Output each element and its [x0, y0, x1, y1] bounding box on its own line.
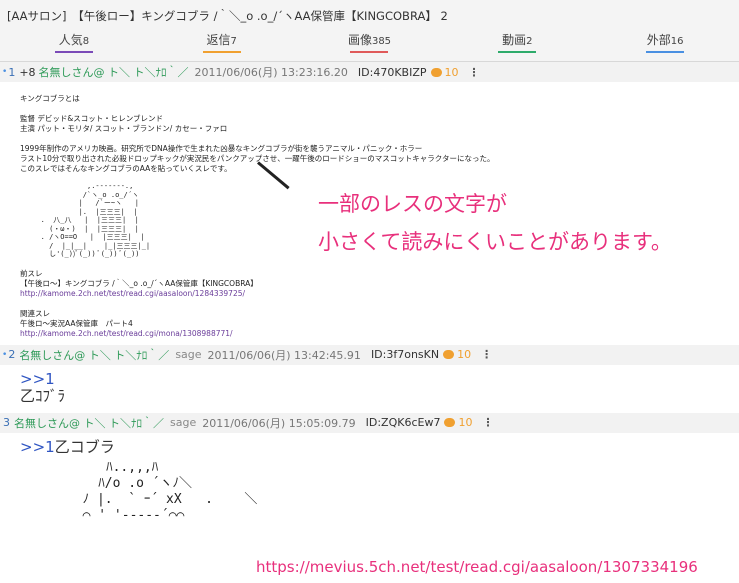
- tab-count: 2: [526, 36, 533, 47]
- reply-count[interactable]: 10: [445, 66, 459, 79]
- poster-id[interactable]: ID:3f7onsKN: [371, 348, 439, 361]
- poster-name: 名無しさん@ ト＼ ト＼ﾅﾛ｀／: [19, 348, 170, 362]
- tab-label: 返信: [206, 33, 231, 47]
- poster-mail: sage: [170, 416, 197, 429]
- post-number[interactable]: 1: [8, 66, 15, 79]
- body-line: ラスト10分で取り出された必殺ドロップキックが実況民をパンクアップさせ、一躍午後…: [20, 154, 495, 163]
- post-header: 3 名無しさん@ ト＼ ト＼ﾅﾛ｀／ sage 2011/06/06(月) 15…: [0, 412, 739, 433]
- post-text: 乙コブラ: [54, 437, 115, 456]
- tab-underline: [202, 51, 241, 53]
- annotation-line-2: 小さくて読みにくいことがあります。: [318, 230, 672, 254]
- post-header: • 2 名無しさん@ ト＼ ト＼ﾅﾛ｀／ sage 2011/06/06(月) …: [0, 344, 739, 365]
- post-date: 2011/06/06(月) 15:05:09.79: [202, 416, 356, 430]
- tab-label: 動画: [502, 33, 527, 47]
- poster-name: 名無しさん@ ト＼ ト＼ﾅﾛ｀／: [38, 66, 189, 79]
- post-body: >>1 乙ｺﾌﾞﾗ: [0, 365, 739, 413]
- poster-id[interactable]: ID:470KBIZP: [358, 66, 427, 79]
- tab-underline: [646, 51, 685, 53]
- tab-count: 16: [670, 36, 684, 47]
- reply-bubble-icon[interactable]: [443, 350, 455, 359]
- more-menu-icon[interactable]: ⋮: [482, 416, 493, 429]
- ascii-art: ﾊ..,,,ﾊ ﾊ/o .o ´ヽﾉ＼ ﾉ |. ` ｰ´ xX . ＼ ⌒ '…: [82, 459, 258, 523]
- prev-thread-label: 前スレ: [20, 268, 43, 278]
- body-line: 監督 デビッド&スコット・ヒレンブレンド: [20, 114, 164, 123]
- thread-header: [AAサロン] 【午後ロー】キングコブラ /｀＼_o .o_/´ヽAA保管庫【K…: [0, 0, 739, 62]
- tab-external[interactable]: 外部16: [591, 26, 739, 62]
- filter-tabs: 人気8 返信7 画像385 動画2 外部16: [0, 26, 739, 62]
- prev-thread-title: 【午後ロ～】キングコブラ /｀＼_o .o_/´ヽAA保管庫【KINGCOBRA…: [20, 278, 258, 288]
- post-body: >>1乙コブラ ﾊ..,,,ﾊ ﾊ/o .o ´ヽﾉ＼ ﾉ |. ` ｰ´ xX…: [0, 433, 739, 532]
- reply-bubble-icon[interactable]: [430, 67, 442, 77]
- post-number[interactable]: 3: [3, 416, 10, 429]
- tab-count: 8: [82, 36, 90, 47]
- new-marker: •: [2, 349, 8, 360]
- reply-anchor-link[interactable]: >>1: [20, 438, 55, 456]
- annotation-line-1: 一部のレスの文字が: [318, 192, 507, 216]
- reply-bubble-icon[interactable]: [444, 418, 456, 427]
- new-marker: •: [2, 67, 8, 77]
- related-thread-title: 午後ロ～実況AA保管庫 パート4: [20, 318, 133, 328]
- post-date: 2011/06/06(月) 13:23:16.20: [194, 66, 348, 79]
- prev-thread-link[interactable]: http://kamome.2ch.net/test/read.cgi/aasa…: [20, 289, 739, 299]
- post-header: • 1 +8 名無しさん@ ト＼ ト＼ﾅﾛ｀／ 2011/06/06(月) 13…: [0, 62, 739, 82]
- more-menu-icon[interactable]: ⋮: [481, 348, 492, 361]
- post-text: 乙ｺﾌﾞﾗ: [20, 386, 66, 405]
- tab-underline: [350, 51, 389, 53]
- source-url-caption: https://mevius.5ch.net/test/read.cgi/aas…: [254, 558, 698, 576]
- more-menu-icon[interactable]: ⋮: [469, 66, 480, 79]
- poster-id[interactable]: ID:ZQK6cEw7: [366, 416, 441, 429]
- poster-name: 名無しさん@ ト＼ ト＼ﾅﾛ｀／: [14, 416, 164, 430]
- tab-label: 画像: [347, 33, 372, 47]
- tab-underline: [54, 51, 93, 53]
- tab-videos[interactable]: 動画2: [443, 26, 591, 62]
- poster-mail: sage: [175, 348, 202, 361]
- post-date: 2011/06/06(月) 13:42:45.91: [207, 348, 361, 362]
- body-line: 1999年制作のアメリカ映画。研究所でDNA操作で生まれた凶暴なキングコブラが街…: [20, 144, 423, 153]
- tab-count: 385: [371, 36, 392, 47]
- thread-title: [AAサロン] 【午後ロー】キングコブラ /｀＼_o .o_/´ヽAA保管庫【K…: [7, 9, 448, 23]
- tab-count: 7: [230, 36, 237, 47]
- related-thread-label: 関連スレ: [20, 308, 50, 318]
- post-rating: +8: [19, 65, 36, 79]
- body-line: キングコブラとは: [20, 94, 80, 103]
- post-number[interactable]: 2: [8, 348, 15, 361]
- tab-label: 外部: [646, 33, 671, 47]
- body-line: 主演 パット・モリタ/ スコット・ブランドン/ カセー・ファロ: [20, 124, 228, 133]
- post-3: 3 名無しさん@ ト＼ ト＼ﾅﾛ｀／ sage 2011/06/06(月) 15…: [0, 412, 739, 532]
- reply-anchor-link[interactable]: >>1: [20, 370, 739, 388]
- body-line: このスレではそんなキングコブラのAAを貼っていくスレです。: [20, 164, 232, 173]
- tab-images[interactable]: 画像385: [296, 26, 444, 62]
- post-2: • 2 名無しさん@ ト＼ ト＼ﾅﾛ｀／ sage 2011/06/06(月) …: [0, 344, 739, 413]
- tab-replies[interactable]: 返信7: [148, 26, 296, 62]
- reply-count[interactable]: 10: [458, 416, 472, 429]
- tab-popular[interactable]: 人気8: [0, 26, 148, 62]
- tab-underline: [498, 51, 537, 53]
- related-thread-link[interactable]: http://kamome.2ch.net/test/read.cgi/mona…: [20, 329, 739, 339]
- reply-count[interactable]: 10: [457, 348, 471, 361]
- tab-label: 人気: [58, 33, 83, 47]
